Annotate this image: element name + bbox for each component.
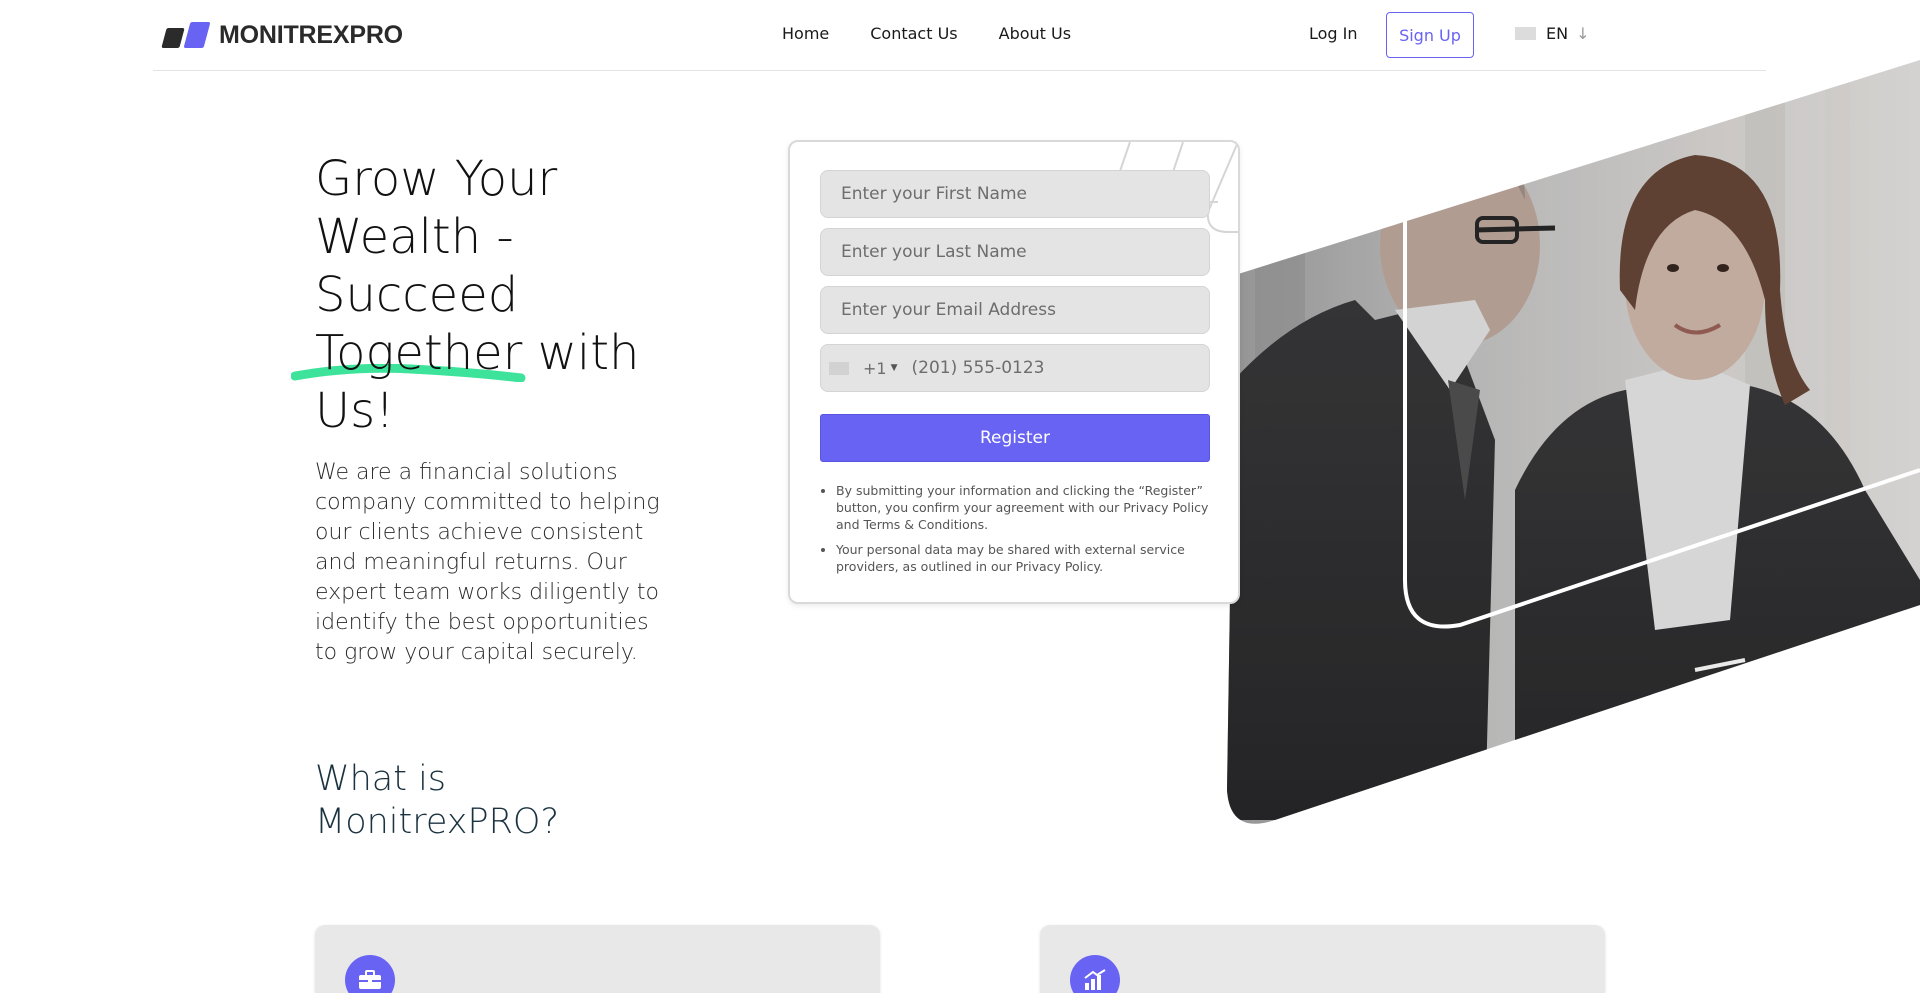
growth-chart-icon [1070,955,1120,993]
flag-icon [1515,27,1536,40]
disclaimer-item: Your personal data may be shared with ex… [836,541,1210,575]
country-flag-icon[interactable] [829,361,849,375]
nav-about-us[interactable]: About Us [999,24,1071,43]
last-name-field[interactable]: Enter your Last Name [820,228,1210,276]
caret-down-icon[interactable]: ▼ [891,363,898,373]
language-label: EN [1546,24,1569,43]
signup-button[interactable]: Sign Up [1386,12,1474,58]
logo[interactable]: MONITREXPRO [161,20,403,50]
first-name-field[interactable]: Enter your First Name [820,170,1210,218]
phone-field[interactable]: +1 ▼ (201) 555-0123 [820,344,1210,392]
briefcase-icon [345,955,395,993]
form-disclaimer: By submitting your information and click… [820,482,1210,583]
disclaimer-item: By submitting your information and click… [836,482,1210,533]
nav-contact-us[interactable]: Contact Us [870,24,957,43]
country-code[interactable]: +1 [863,359,887,378]
section-title: What is MonitrexPRO? [315,759,560,842]
brand-name: MONITREXPRO [219,20,403,49]
phone-placeholder: (201) 555-0123 [911,358,1045,378]
email-field[interactable]: Enter your Email Address [820,286,1210,334]
register-button[interactable]: Register [820,414,1210,462]
registration-form: Enter your First Name Enter your Last Na… [788,140,1240,604]
hero-description: We are a financial solutions company com… [315,460,660,665]
language-selector[interactable]: EN ↓ [1515,24,1589,43]
main-nav: Home Contact Us About Us [782,24,1112,43]
logo-mark-icon [161,20,212,50]
hero-title: Grow Your Wealth - Succeed Together with… [291,150,695,440]
hero-business-people-image [1227,60,1920,824]
nav-home[interactable]: Home [782,24,829,43]
feature-card [1040,925,1605,993]
login-link[interactable]: Log In [1309,24,1358,43]
hero-title-part-1: Grow Your Wealth - Succeed [315,151,558,323]
arrow-down-icon: ↓ [1576,24,1590,43]
hero-title-highlight: Together [291,324,526,382]
feature-card [315,925,880,993]
